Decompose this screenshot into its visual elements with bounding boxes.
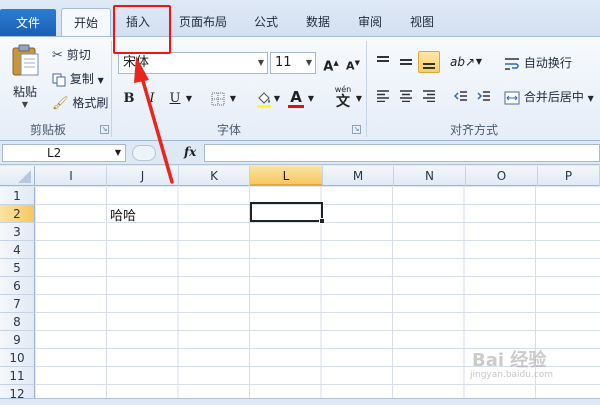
watermark-url: jingyan.baidu.com [470, 370, 554, 380]
annotation-arrow [134, 56, 174, 184]
watermark-logo: Bai 经验 [472, 350, 547, 371]
horizontal-scrollbar[interactable] [0, 398, 600, 405]
